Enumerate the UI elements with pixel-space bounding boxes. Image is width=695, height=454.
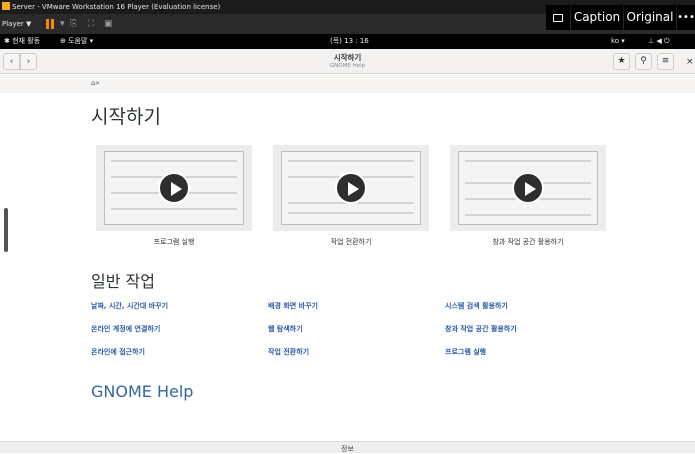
topic-link[interactable]: 창과 작업 공간 활용하기 [445, 324, 517, 334]
input-method-indicator[interactable]: ko ▾ [611, 34, 625, 49]
section-title: 일반 작업 [91, 272, 155, 291]
topic-link[interactable]: 프로그램 실행 [445, 347, 486, 357]
play-icon[interactable] [512, 172, 544, 204]
help-window-subtitle: GNOME Help [329, 63, 366, 69]
video-caption: 작업 전환하기 [330, 238, 372, 246]
play-icon[interactable] [158, 172, 190, 204]
topic-link[interactable]: 온라인에 접근하기 [91, 347, 145, 357]
gnome-help-link[interactable]: GNOME Help [91, 382, 193, 401]
scroll-indicator[interactable] [4, 208, 8, 252]
star-icon: ★ [617, 56, 626, 66]
search-icon: ⚲ [640, 56, 647, 66]
gnome-top-panel: ✱ 현재 활동 ⊕ 도움말 ▾ (목) 13 : 16 ko ▾ ⊥ ◀ ⏻ [0, 34, 695, 49]
caption-toggle-button[interactable] [546, 5, 570, 30]
send-ctrl-alt-del-icon[interactable]: ⎘ [70, 18, 77, 30]
search-button[interactable]: ⚲ [635, 53, 652, 70]
topic-link[interactable]: 웹 탐색하기 [268, 324, 303, 334]
topic-link[interactable]: 날짜, 시간, 시간대 바꾸기 [91, 301, 168, 311]
bookmark-button[interactable]: ★ [613, 53, 630, 70]
topic-link[interactable]: 시스템 검색 활용하기 [445, 301, 508, 311]
video-windows-workspaces[interactable] [450, 145, 606, 231]
topic-link[interactable]: 배경 화면 바꾸기 [268, 301, 318, 311]
window-title: Server - VMware Workstation 16 Player (E… [12, 3, 221, 11]
help-window-title: 시작하기 [333, 53, 362, 62]
activities-label: 현재 활동 [12, 37, 41, 45]
unity-icon[interactable]: ▣ [104, 18, 113, 30]
network-icon: ⊥ [648, 37, 655, 45]
video-caption: 창과 작업 공간 활용하기 [492, 238, 564, 246]
activities-button[interactable]: ✱ 현재 활동 [4, 34, 40, 49]
dropdown-icon[interactable]: ▾ [60, 18, 65, 30]
topic-link[interactable]: 온라인 계정에 연결하기 [91, 324, 160, 334]
caption-button[interactable]: Caption [571, 5, 623, 30]
video-switch-tasks[interactable] [273, 145, 429, 231]
page-title: 시작하기 [91, 106, 161, 128]
home-crumb-icon[interactable]: ⌂» [91, 79, 100, 87]
hamburger-icon: ≡ [661, 56, 670, 66]
breadcrumb: ⌂» [0, 75, 695, 93]
close-icon: × [686, 57, 694, 67]
video-launch-apps[interactable] [96, 145, 252, 231]
app-menu-label: 도움말 ▾ [68, 37, 94, 45]
speech-bubble-icon [553, 14, 563, 22]
original-button[interactable]: Original [624, 5, 676, 30]
menu-button[interactable]: ≡ [657, 53, 674, 70]
fullscreen-icon[interactable]: ⛶ [88, 18, 94, 30]
help-header-bar: ‹ › 시작하기 GNOME Help ★ ⚲ ≡ × [0, 49, 695, 74]
player-menu[interactable]: Player ▼ [2, 18, 31, 30]
video-caption: 프로그램 실행 [153, 238, 195, 246]
volume-icon: ◀ [656, 37, 662, 45]
vmware-logo-icon [2, 2, 10, 10]
pause-icon[interactable] [46, 19, 54, 29]
app-menu[interactable]: ⊕ 도움말 ▾ [60, 34, 93, 49]
power-icon: ⏻ [663, 37, 670, 45]
footer: 정보 [0, 441, 695, 453]
close-button[interactable]: × [686, 57, 694, 67]
play-icon[interactable] [335, 172, 367, 204]
more-button[interactable]: ••• [677, 5, 695, 30]
clock[interactable]: (목) 13 : 16 [330, 34, 369, 49]
topic-link[interactable]: 작업 전환하기 [268, 347, 309, 357]
system-tray[interactable]: ⊥ ◀ ⏻ [648, 34, 670, 49]
